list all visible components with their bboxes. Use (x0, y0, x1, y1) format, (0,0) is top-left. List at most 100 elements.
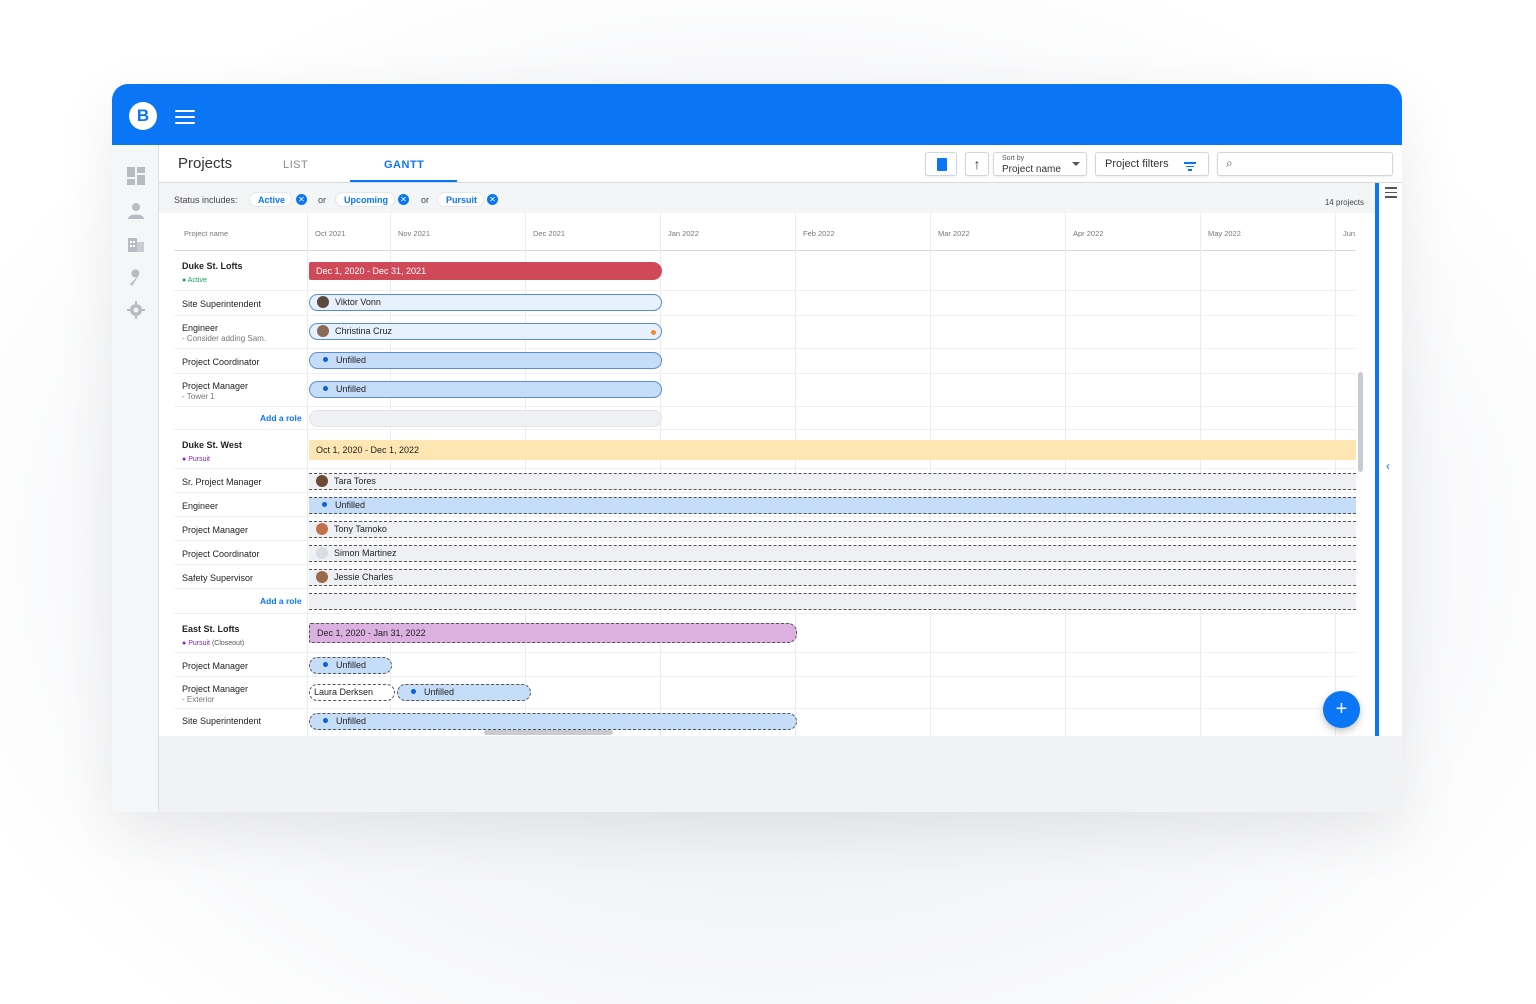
month-label: Nov 2021 (398, 229, 431, 238)
project-name[interactable]: East St. Lofts (182, 624, 240, 634)
column-header-project-name: Project name (184, 229, 229, 238)
project-name[interactable]: Duke St. West (182, 440, 242, 450)
assignment-bar[interactable]: Christina Cruz (309, 323, 662, 340)
search-field[interactable]: ⌕ (1217, 152, 1393, 176)
page-title: Projects (178, 155, 233, 172)
role-note: - Consider adding Sam. (182, 334, 267, 343)
project-row[interactable]: East St. Lofts ● Pursuit (Closeout) Dec … (174, 614, 1356, 653)
avatar-placeholder-icon (316, 546, 328, 559)
building-icon[interactable] (126, 235, 146, 255)
month-label: Jan 2022 (668, 229, 699, 238)
role-row[interactable]: Site Superintendent Viktor Vonn (174, 291, 1356, 316)
role-row[interactable]: Project Manager Tony Tamoko (174, 517, 1356, 541)
hamburger-menu-icon[interactable] (175, 110, 195, 124)
active-tab-indicator (350, 180, 457, 182)
role-row[interactable]: Project Coordinator Simon Martinez (174, 541, 1356, 565)
right-collapsed-panel: ‹ (1379, 183, 1402, 736)
unfilled-bar[interactable]: Unfilled (397, 684, 531, 701)
add-role-link[interactable]: Add a role (260, 596, 303, 606)
month-label: May 2022 (1208, 229, 1241, 238)
assignment-bar[interactable]: Laura Derksen (309, 684, 395, 701)
project-date-bar[interactable]: Dec 1, 2020 - Dec 31, 2021 (309, 262, 662, 280)
document-icon (937, 158, 947, 171)
unfilled-bar[interactable]: Unfilled (309, 381, 662, 398)
project-name[interactable]: Duke St. Lofts (182, 261, 243, 271)
project-filters-button[interactable]: Project filters (1095, 152, 1209, 176)
unfilled-bar[interactable]: Unfilled (309, 352, 662, 369)
role-note: - Exterior (182, 695, 215, 704)
add-role-row: Add a role (174, 407, 1356, 430)
project-count: 14 projects (1324, 198, 1364, 207)
role-row[interactable]: Project Manager Unfilled (174, 653, 1356, 677)
add-role-link[interactable]: Add a role (260, 413, 303, 423)
side-navigation (112, 145, 159, 812)
chevron-left-icon[interactable]: ‹ (1386, 459, 1390, 473)
footer-area (159, 736, 1402, 812)
sort-direction-button[interactable]: ↑ (965, 152, 989, 176)
month-label: Dec 2021 (533, 229, 566, 238)
remove-upcoming-icon[interactable]: ✕ (398, 194, 409, 205)
role-name: Safety Supervisor (182, 573, 254, 583)
tab-gantt[interactable]: GANTT (384, 159, 424, 171)
project-row[interactable]: Duke St. West ● Pursuit Oct 1, 2020 - De… (174, 430, 1356, 469)
add-fab-button[interactable]: + (1323, 691, 1360, 728)
role-row[interactable]: Site Superintendent Unfilled (174, 709, 1356, 736)
or-label: or (318, 195, 327, 205)
role-row[interactable]: Safety Supervisor Jessie Charles (174, 565, 1356, 589)
role-row[interactable]: Project Manager - Tower 1 Unfilled (174, 374, 1356, 407)
tab-list[interactable]: LIST (283, 159, 308, 171)
chip-upcoming[interactable]: Upcoming (335, 192, 395, 207)
assignment-bar[interactable]: Tara Tores (309, 473, 1356, 490)
unfilled-bar[interactable]: Unfilled (309, 657, 392, 674)
role-row[interactable]: Engineer - Consider adding Sam. Christin… (174, 316, 1356, 349)
gear-icon[interactable] (126, 301, 146, 321)
tune-settings-icon[interactable] (1385, 187, 1397, 201)
caret-down-icon (1072, 162, 1080, 166)
person-icon[interactable] (126, 202, 146, 222)
wrench-icon[interactable] (126, 269, 146, 289)
role-row[interactable]: Project Manager - Exterior Laura Derksen… (174, 677, 1356, 709)
unfilled-bar[interactable]: Unfilled (309, 713, 797, 730)
export-document-button[interactable] (925, 152, 957, 176)
remove-active-icon[interactable]: ✕ (296, 194, 307, 205)
assignment-bar[interactable]: Simon Martinez (309, 545, 1356, 562)
unfilled-dot-icon (323, 718, 328, 724)
search-input[interactable] (1242, 156, 1382, 172)
status-label: Status includes: (174, 195, 238, 205)
sort-select[interactable]: Sort by Project name (993, 152, 1087, 176)
status-filter-row: Status includes: Active ✕ or Upcoming ✕ … (159, 183, 1376, 213)
project-row[interactable]: Duke St. Lofts ● Active Dec 1, 2020 - De… (174, 251, 1356, 291)
month-label: Mar 2022 (938, 229, 970, 238)
search-icon: ⌕ (1226, 156, 1233, 170)
horizontal-scrollbar[interactable] (484, 730, 613, 735)
project-date-bar[interactable]: Oct 1, 2020 - Dec 1, 2022 (309, 440, 1356, 460)
role-name: Sr. Project Manager (182, 477, 262, 487)
assignment-bar[interactable]: Tony Tamoko (309, 521, 1356, 538)
assignment-bar[interactable]: Jessie Charles (309, 569, 1356, 586)
unfilled-bar[interactable]: Unfilled (309, 497, 1356, 514)
vertical-scrollbar[interactable] (1358, 372, 1363, 472)
gantt-grid: Project name Oct 2021 Nov 2021 Dec 2021 … (174, 213, 1356, 736)
or-label: or (421, 195, 430, 205)
avatar (317, 324, 329, 337)
add-role-placeholder-bar (309, 410, 662, 427)
assignment-bar[interactable]: Viktor Vonn (309, 294, 662, 311)
dashboard-icon[interactable] (126, 167, 146, 187)
role-row[interactable]: Project Coordinator Unfilled (174, 349, 1356, 374)
arrow-up-icon: ↑ (973, 156, 981, 172)
role-name: Project Manager (182, 684, 249, 694)
app-logo[interactable]: B (129, 102, 157, 130)
avatar (316, 570, 328, 583)
chip-pursuit[interactable]: Pursuit (437, 192, 485, 207)
role-row[interactable]: Sr. Project Manager Tara Tores (174, 469, 1356, 493)
project-date-bar[interactable]: Dec 1, 2020 - Jan 31, 2022 (309, 623, 797, 643)
chip-active[interactable]: Active (249, 192, 293, 207)
role-name: Project Manager (182, 525, 249, 535)
month-label: Feb 2022 (803, 229, 835, 238)
sort-value: Project name (1002, 164, 1061, 175)
remove-pursuit-icon[interactable]: ✕ (487, 194, 498, 205)
role-name: Project Manager (182, 381, 249, 391)
role-name: Project Coordinator (182, 357, 260, 367)
role-row[interactable]: Engineer Unfilled (174, 493, 1356, 517)
add-role-row: Add a role (174, 589, 1356, 614)
